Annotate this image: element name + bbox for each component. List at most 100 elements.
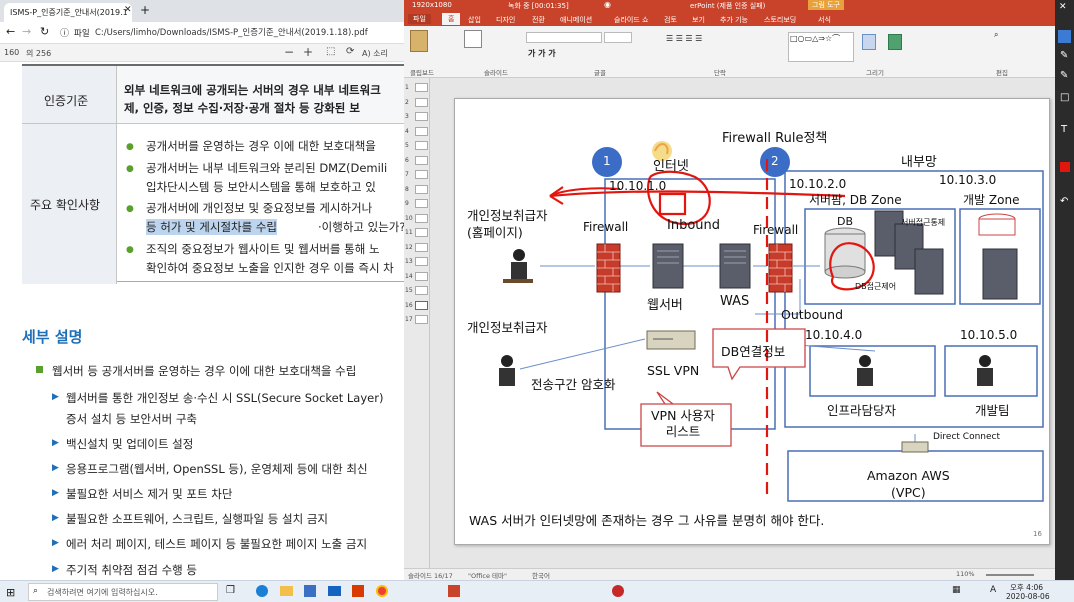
check-item-2: 공개서버는 내부 네트워크와 분리된 DMZ(Demili bbox=[146, 161, 388, 175]
tab-format[interactable]: 서식 bbox=[818, 15, 831, 25]
slide-thumbnail-number: 5 bbox=[405, 142, 409, 149]
slide-thumbnail[interactable]: 5 bbox=[405, 140, 429, 152]
tab-transitions[interactable]: 전환 bbox=[532, 15, 545, 25]
clock-date[interactable]: 2020-08-06 bbox=[1006, 592, 1050, 601]
recorder-icon[interactable] bbox=[612, 585, 624, 597]
paste-icon[interactable] bbox=[410, 30, 428, 52]
slide-thumbnail[interactable]: 15 bbox=[405, 285, 429, 297]
slide-thumbnail[interactable]: 9 bbox=[405, 198, 429, 210]
mail-icon[interactable] bbox=[328, 586, 341, 596]
was-server-icon bbox=[719, 243, 751, 289]
tab-file[interactable]: 파일 bbox=[408, 14, 431, 24]
new-tab-icon[interactable]: + bbox=[140, 3, 150, 17]
find-icon[interactable]: ⌕ bbox=[994, 30, 998, 40]
edge-icon[interactable] bbox=[256, 585, 268, 597]
arrow-bullet-icon: ▶ bbox=[52, 438, 59, 448]
fit-page-icon[interactable]: ⬚ bbox=[326, 46, 335, 57]
slide-thumbnail[interactable]: 1 bbox=[405, 82, 429, 94]
marker-icon[interactable]: ✎ bbox=[1060, 50, 1068, 61]
user-home-icon bbox=[503, 249, 533, 283]
reload-icon[interactable]: ↻ bbox=[40, 25, 49, 38]
tab-title: ISMS-P_인증기준_안내서(2019.1 bbox=[10, 8, 128, 17]
group-font: 글꼴 bbox=[594, 69, 606, 77]
slide-thumbnail[interactable]: 16 bbox=[405, 300, 429, 312]
pen-icon[interactable] bbox=[1058, 30, 1071, 43]
shapes-gallery[interactable]: □○▭△⇒☆⌒ bbox=[788, 32, 854, 62]
group-slides: 슬라이드 bbox=[484, 69, 508, 77]
slide-thumbnail[interactable]: 7 bbox=[405, 169, 429, 181]
slide-thumbnail[interactable]: 2 bbox=[405, 97, 429, 109]
bold-icon[interactable]: 가 가 가 bbox=[528, 48, 556, 59]
font-box[interactable] bbox=[526, 32, 602, 43]
forward-icon[interactable]: → bbox=[22, 25, 31, 38]
close-icon[interactable]: ✕ bbox=[1059, 2, 1067, 12]
zoom-in-button[interactable]: + bbox=[303, 45, 313, 59]
slide-thumbnail[interactable]: 4 bbox=[405, 126, 429, 138]
tab-addins[interactable]: 추가 기능 bbox=[720, 15, 748, 25]
slide-thumbnail-number: 15 bbox=[405, 287, 413, 294]
font-size-box[interactable] bbox=[604, 32, 632, 43]
slide-thumbnail[interactable]: 17 bbox=[405, 314, 429, 326]
criteria-label: 인증기준 bbox=[44, 94, 89, 108]
rotate-icon[interactable]: ⟳ bbox=[346, 46, 354, 57]
taskbar-search-box[interactable]: ⌕ 검색하려면 여기에 입력하십시오. bbox=[28, 583, 218, 601]
tab-close-icon[interactable]: ✕ bbox=[124, 5, 132, 15]
tab-insert[interactable]: 삽입 bbox=[468, 15, 481, 25]
task-view-icon[interactable]: ❒ bbox=[226, 585, 235, 596]
slide-thumbnail[interactable]: 10 bbox=[405, 213, 429, 225]
explorer-icon[interactable] bbox=[280, 586, 293, 596]
network-icon[interactable]: ▦ bbox=[952, 585, 961, 595]
slide-thumbnail-preview bbox=[415, 271, 428, 281]
slide-thumbnail[interactable]: 3 bbox=[405, 111, 429, 123]
zoom-slider[interactable] bbox=[986, 574, 1034, 576]
slide-thumbnail[interactable]: 13 bbox=[405, 256, 429, 268]
store-icon[interactable] bbox=[304, 585, 316, 597]
back-icon[interactable]: ← bbox=[6, 25, 15, 38]
text-tool-icon[interactable]: T bbox=[1061, 124, 1067, 135]
web-server-icon bbox=[652, 243, 684, 289]
slide-thumbnail[interactable]: 14 bbox=[405, 271, 429, 283]
chrome-icon[interactable] bbox=[376, 585, 388, 597]
check-item-3-highlight[interactable]: 등 허가 및 게시절차를 수립 bbox=[146, 219, 278, 235]
highlighter-icon[interactable]: ✎ bbox=[1060, 70, 1068, 81]
rectangle-icon[interactable]: □ bbox=[1060, 92, 1069, 103]
slide-thumbnail-preview bbox=[415, 141, 428, 150]
align-icons[interactable]: ☰ ☰ ☰ ☰ bbox=[666, 34, 702, 43]
browser-tab-bar: ISMS-P_인증기준_안내서(2019.1 ✕ + bbox=[0, 0, 404, 22]
slide-canvas[interactable]: Firewall Rule정책 1 2 인터넷 내부망 10.10.1.0 10… bbox=[454, 98, 1050, 545]
tab-animations[interactable]: 애니메이션 bbox=[560, 15, 592, 25]
powerpoint-icon[interactable] bbox=[448, 585, 460, 597]
url-text[interactable]: C:/Users/limho/Downloads/ISMS-P_인증기준_안내서… bbox=[95, 26, 368, 38]
tab-design[interactable]: 디자인 bbox=[496, 15, 515, 25]
page-number-input[interactable]: 160 bbox=[4, 48, 19, 57]
ime-indicator[interactable]: A bbox=[990, 585, 996, 595]
slide-thumbnail[interactable]: 11 bbox=[405, 227, 429, 239]
slide-thumbnail-number: 2 bbox=[405, 98, 409, 106]
undo-icon[interactable]: ↶ bbox=[1060, 196, 1068, 207]
ppt-title-bar: 1920x1080 녹화 중 [00:01:35] ◉ erPoint (제품 … bbox=[404, 0, 1055, 13]
tab-storyboard[interactable]: 스토리보딩 bbox=[764, 15, 796, 25]
tab-review[interactable]: 검토 bbox=[664, 15, 677, 25]
red-color-swatch[interactable] bbox=[1060, 162, 1070, 172]
slide-thumbnail[interactable]: 8 bbox=[405, 184, 429, 196]
camera-icon[interactable]: ◉ bbox=[604, 0, 611, 9]
tab-slideshow[interactable]: 슬라이드 쇼 bbox=[614, 15, 648, 25]
direct-connect-label: Direct Connect bbox=[933, 432, 1001, 442]
windows-start-icon[interactable]: ⊞ bbox=[6, 586, 15, 599]
group-clipboard: 클립보드 bbox=[410, 69, 434, 77]
tab-home[interactable]: 홈 bbox=[442, 13, 461, 25]
slide-thumbnail[interactable]: 6 bbox=[405, 155, 429, 167]
detail-main: 웹서버 등 공개서버를 운영하는 경우 이에 대한 보호대책을 수립 bbox=[52, 364, 357, 378]
office-icon[interactable] bbox=[352, 585, 364, 597]
new-slide-icon[interactable] bbox=[464, 30, 482, 48]
detail-item-4: 불필요한 서비스 제거 및 포트 차단 bbox=[66, 487, 233, 501]
zoom-out-button[interactable]: − bbox=[284, 45, 294, 59]
quick-styles-icon[interactable] bbox=[888, 34, 902, 50]
browser-tab[interactable]: ISMS-P_인증기준_안내서(2019.1 bbox=[4, 3, 132, 22]
tab-view[interactable]: 보기 bbox=[692, 15, 705, 25]
status-zoom[interactable]: 110% bbox=[956, 570, 975, 578]
slide-thumbnail[interactable]: 12 bbox=[405, 242, 429, 254]
personal-handler-label: 개인정보취급자 bbox=[467, 320, 548, 335]
read-aloud-button[interactable]: A) 소리 bbox=[362, 48, 388, 59]
arrange-icon[interactable] bbox=[862, 34, 876, 50]
